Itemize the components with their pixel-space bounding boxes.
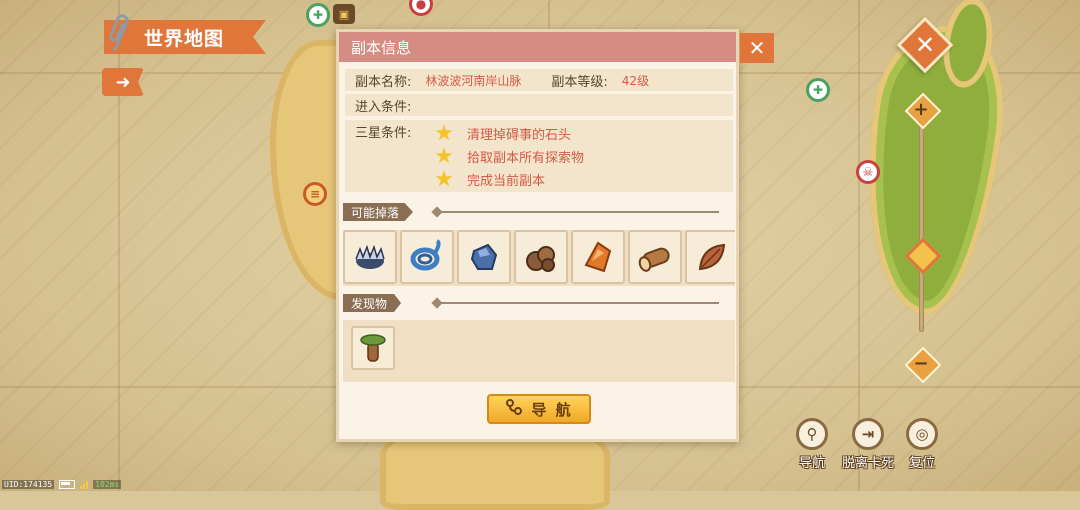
wood-log-icon[interactable] (628, 230, 682, 284)
entry-condition-row: 进入条件: (345, 94, 733, 116)
plus-icon[interactable]: + (907, 95, 935, 123)
battery-icon (59, 480, 76, 489)
route-icon (505, 398, 523, 420)
dungeon-info-dialog: 副本信息 副本名称: 林波波河南岸山脉 副本等级: 42级 进入条件: 三星条件… (336, 29, 739, 442)
reset-position-label: 复位 (908, 456, 935, 471)
uid-text: UID:174135 (2, 480, 55, 489)
blue-stone-icon[interactable] (457, 230, 511, 284)
rope-coil-icon[interactable] (400, 230, 454, 284)
map-marker-skull[interactable]: ☠ (856, 160, 880, 184)
close-icon[interactable]: ✕ (905, 25, 945, 65)
dungeon-name-row: 副本名称: 林波波河南岸山脉 副本等级: 42级 (345, 69, 733, 91)
dungeon-name-label: 副本名称: (355, 74, 412, 90)
exit-door-icon: ⇥ (852, 418, 884, 450)
baobab-tree-icon[interactable] (351, 326, 395, 370)
dialog-title: 副本信息 (339, 32, 736, 62)
star-condition: 清理掉碍事的石头 (435, 122, 571, 144)
close-icon[interactable]: ✕ (740, 33, 774, 63)
navigate-action-button[interactable]: ⚲ 导航 (782, 418, 842, 471)
divider (437, 302, 719, 304)
ore-lumps-icon[interactable] (514, 230, 568, 284)
arrow-right-icon[interactable]: ➜ (102, 68, 144, 96)
finds-list (343, 320, 735, 382)
finds-label: 发现物 (343, 294, 402, 312)
page-title-text: 世界地图 (144, 27, 225, 50)
drops-label: 可能掉落 (343, 203, 414, 221)
dialog-title-text: 副本信息 (351, 38, 412, 57)
finds-section-header: 发现物 (343, 294, 733, 312)
dungeon-level-value: 42级 (621, 73, 650, 88)
dried-leaf-icon[interactable] (685, 230, 735, 284)
treasure-chest-icon[interactable]: ▣ (333, 4, 355, 24)
star-condition: 完成当前副本 (435, 168, 545, 190)
dungeon-level-label: 副本等级: (551, 74, 608, 90)
three-star-conditions: 三星条件: 清理掉碍事的石头 拾取副本所有探索物 完成当前副本 (345, 120, 733, 192)
status-bar: UID:174135 102ms (2, 480, 122, 489)
signal-icon (80, 480, 89, 489)
star-condition-text: 清理掉碍事的石头 (467, 127, 572, 143)
map-marker-camp[interactable]: ≡ (303, 182, 327, 206)
drops-list[interactable] (343, 230, 735, 286)
star-icon (435, 170, 453, 187)
star-condition-text: 完成当前副本 (467, 173, 546, 189)
amber-crystal-icon[interactable] (571, 230, 625, 284)
crosshair-icon: ◎ (906, 418, 938, 450)
map-marker-dungeon[interactable]: ✚ (806, 78, 830, 102)
paperclip-icon (100, 10, 140, 58)
divider (437, 211, 719, 213)
spiked-trap-icon[interactable] (343, 230, 397, 284)
star-icon (435, 124, 453, 141)
dungeon-name-value: 林波波河南岸山脉 (425, 73, 522, 88)
star-icon (435, 147, 453, 164)
reset-position-button[interactable]: ◎ 复位 (892, 418, 952, 471)
zoom-slider[interactable] (919, 120, 924, 332)
three-star-label: 三星条件: (355, 126, 412, 141)
navigate-button[interactable]: 导 航 (487, 394, 591, 424)
navigate-button-label: 导 航 (531, 400, 573, 419)
escape-stuck-label: 脱离卡死 (841, 456, 894, 471)
drops-section-header: 可能掉落 (343, 203, 733, 221)
escape-stuck-button[interactable]: ⇥ 脱离卡死 (838, 418, 898, 471)
star-condition: 拾取副本所有探索物 (435, 145, 584, 167)
star-condition-text: 拾取副本所有探索物 (467, 150, 585, 166)
map-marker-dungeon[interactable]: ✚ (306, 3, 330, 27)
route-icon: ⚲ (796, 418, 828, 450)
entry-condition-label: 进入条件: (355, 99, 412, 115)
navigate-action-label: 导航 (798, 456, 825, 471)
ping-text: 102ms (93, 480, 122, 489)
minus-icon[interactable]: − (907, 349, 935, 377)
